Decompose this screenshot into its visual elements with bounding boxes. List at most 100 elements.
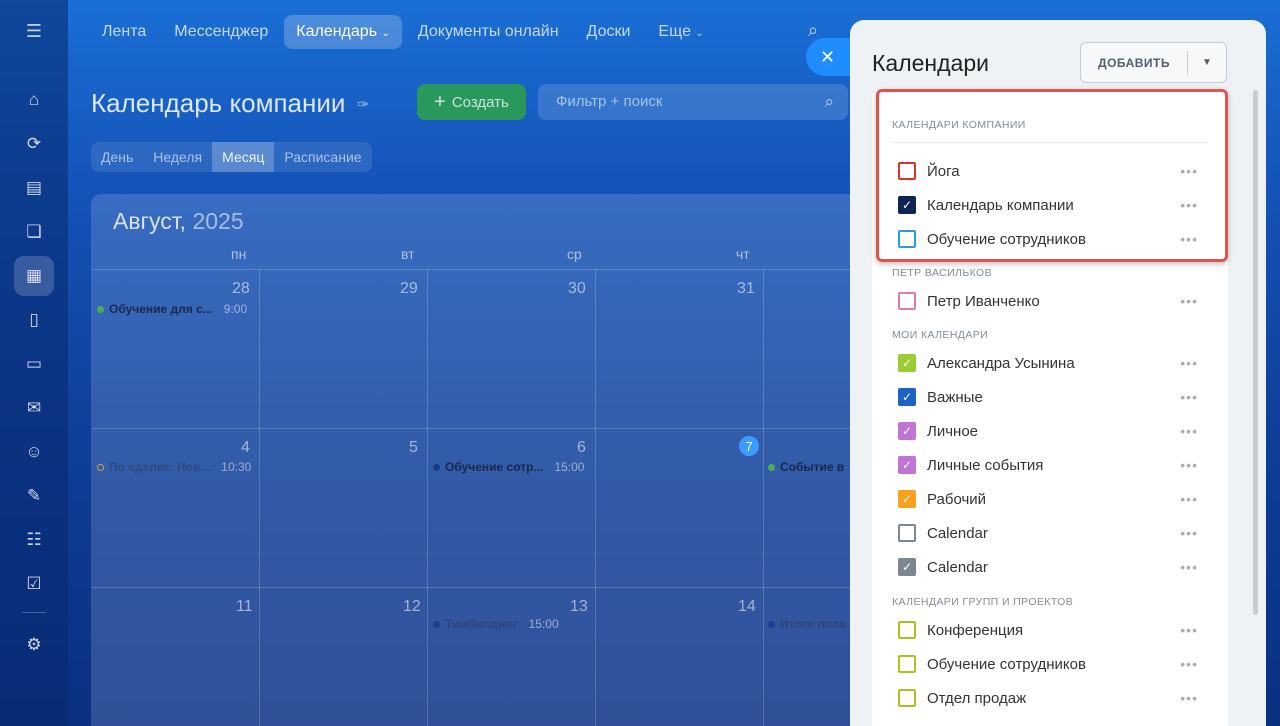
calendar-checkbox[interactable]: [898, 162, 916, 180]
filter-search-input[interactable]: Фильтр + поиск ⌕: [538, 84, 848, 120]
document-icon[interactable]: ▯: [14, 300, 54, 340]
event-time: 15:00: [554, 460, 585, 474]
activity-icon[interactable]: ⟳: [14, 124, 54, 164]
calendar-item-company[interactable]: ✓ Календарь компании •••: [898, 193, 1198, 217]
calendar-icon[interactable]: ▦: [14, 256, 54, 296]
more-icon[interactable]: •••: [1180, 293, 1198, 309]
day-number[interactable]: 29: [400, 280, 418, 298]
view-month[interactable]: Месяц: [212, 142, 275, 172]
nav-more[interactable]: Еще ⌄: [646, 15, 715, 49]
more-icon[interactable]: •••: [1180, 197, 1198, 213]
calendar-item-sales[interactable]: Отдел продаж •••: [898, 686, 1198, 710]
calendar-checkbox[interactable]: [898, 230, 916, 248]
calendar-item-calendar-1[interactable]: Calendar •••: [898, 521, 1198, 545]
calendar-event[interactable]: Тимбилдинг 15:00: [433, 617, 559, 631]
calendar-checkbox[interactable]: ✓: [898, 558, 916, 576]
calendar-item-alexandra[interactable]: ✓ Александра Усынина •••: [898, 351, 1198, 375]
nav-documents[interactable]: Документы онлайн: [406, 15, 571, 49]
more-icon[interactable]: •••: [1180, 690, 1198, 706]
calendar-item-calendar-2[interactable]: ✓ Calendar •••: [898, 555, 1198, 579]
search-icon[interactable]: ⌕: [808, 20, 818, 41]
funnel-icon[interactable]: ☷: [14, 520, 54, 560]
pin-icon[interactable]: ✑: [357, 96, 369, 113]
sign-icon[interactable]: ✎: [14, 476, 54, 516]
calendar-item-personal-events[interactable]: ✓ Личные события •••: [898, 453, 1198, 477]
calendar-event[interactable]: По сделке: Нов... 10:30: [97, 460, 251, 474]
nav-boards[interactable]: Доски: [575, 15, 643, 49]
more-icon[interactable]: •••: [1180, 622, 1198, 638]
calendar-checkbox[interactable]: ✓: [898, 456, 916, 474]
nav-feed[interactable]: Лента: [90, 15, 158, 49]
calendar-checkbox[interactable]: ✓: [898, 388, 916, 406]
chat-icon[interactable]: ❏: [14, 212, 54, 252]
settings-icon[interactable]: ⚙: [14, 625, 54, 665]
event-title: По сделке: Нов...: [109, 460, 211, 474]
day-number[interactable]: 28: [232, 280, 250, 298]
day-number[interactable]: 14: [738, 598, 756, 616]
day-number[interactable]: 31: [737, 280, 755, 298]
day-number[interactable]: 13: [570, 598, 588, 616]
home-icon[interactable]: ⌂: [14, 80, 54, 120]
more-icon[interactable]: •••: [1180, 491, 1198, 507]
more-icon[interactable]: •••: [1180, 656, 1198, 672]
more-icon[interactable]: •••: [1180, 423, 1198, 439]
calendar-item-training[interactable]: Обучение сотрудников •••: [898, 227, 1198, 251]
calendar-checkbox[interactable]: ✓: [898, 354, 916, 372]
chevron-down-icon[interactable]: ▼: [1188, 57, 1226, 68]
view-week[interactable]: Неделя: [143, 142, 212, 172]
add-calendar-button[interactable]: ДОБАВИТЬ ▼: [1080, 42, 1227, 83]
calendar-event[interactable]: Обучение сотр... 15:00: [433, 460, 584, 474]
section-group-calendars: КАЛЕНДАРИ ГРУПП И ПРОЕКТОВ: [892, 596, 1074, 608]
create-button[interactable]: + Создать: [417, 84, 526, 120]
day-number[interactable]: 11: [236, 598, 253, 616]
more-icon[interactable]: •••: [1180, 389, 1198, 405]
day-number[interactable]: 5: [409, 439, 418, 457]
contacts-icon[interactable]: ☺: [14, 432, 54, 472]
day-number[interactable]: 30: [568, 280, 586, 298]
calendar-event[interactable]: Событие в: [768, 460, 844, 474]
calendar-item-conference[interactable]: Конференция •••: [898, 618, 1198, 642]
view-schedule[interactable]: Расписание: [274, 142, 371, 172]
more-icon[interactable]: •••: [1180, 525, 1198, 541]
day-number[interactable]: 12: [403, 598, 421, 616]
more-icon[interactable]: •••: [1180, 457, 1198, 473]
calendar-item-training-2[interactable]: Обучение сотрудников •••: [898, 652, 1198, 676]
calendar-item-yoga[interactable]: Йога •••: [898, 159, 1198, 183]
calendar-name: Обучение сотрудников: [927, 230, 1086, 248]
tasks-icon[interactable]: ☑: [14, 564, 54, 604]
calendar-checkbox[interactable]: [898, 292, 916, 310]
more-icon[interactable]: •••: [1180, 231, 1198, 247]
scrollbar[interactable]: [1253, 90, 1258, 615]
day-number[interactable]: 4: [241, 439, 250, 457]
section-divider: [892, 142, 1208, 143]
grid-line: [91, 428, 851, 429]
nav-messenger[interactable]: Мессенджер: [162, 15, 280, 49]
drive-icon[interactable]: ▭: [14, 344, 54, 384]
calendar-event[interactable]: Итоги пола: [768, 617, 846, 631]
calendar-checkbox[interactable]: ✓: [898, 490, 916, 508]
calendar-checkbox[interactable]: [898, 621, 916, 639]
day-number-today[interactable]: 7: [739, 436, 759, 456]
calendar-item-work[interactable]: ✓ Рабочий •••: [898, 487, 1198, 511]
mail-icon[interactable]: ✉: [14, 388, 54, 428]
view-day[interactable]: День: [91, 142, 143, 172]
more-icon[interactable]: •••: [1180, 559, 1198, 575]
calendar-item-important[interactable]: ✓ Важные •••: [898, 385, 1198, 409]
more-icon[interactable]: •••: [1180, 163, 1198, 179]
feed-icon[interactable]: ▤: [14, 168, 54, 208]
calendar-checkbox[interactable]: [898, 689, 916, 707]
grid-line: [91, 587, 851, 588]
menu-icon[interactable]: ☰: [23, 20, 45, 42]
calendar-item-personal[interactable]: ✓ Личное •••: [898, 419, 1198, 443]
calendar-item-petr[interactable]: Петр Иванченко •••: [898, 289, 1198, 313]
calendar-checkbox[interactable]: ✓: [898, 422, 916, 440]
event-title: Событие в: [780, 460, 845, 474]
day-number[interactable]: 6: [577, 439, 586, 457]
calendar-checkbox[interactable]: [898, 524, 916, 542]
calendar-checkbox[interactable]: ✓: [898, 196, 916, 214]
search-icon[interactable]: ⌕: [824, 92, 834, 112]
calendar-checkbox[interactable]: [898, 655, 916, 673]
nav-calendar[interactable]: Календарь ⌄: [284, 15, 402, 49]
calendar-event[interactable]: Обучение для с... 9:00: [97, 302, 247, 316]
more-icon[interactable]: •••: [1180, 355, 1198, 371]
